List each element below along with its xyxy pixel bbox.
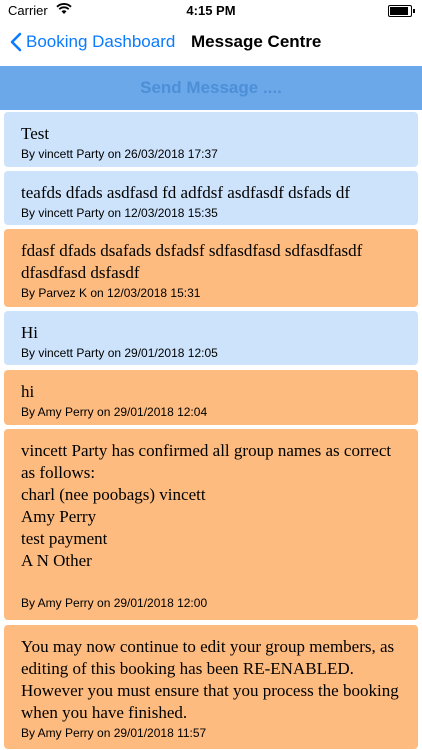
message-card: teafds dfads asdfasd fd adfdsf asdfasdf … xyxy=(4,171,418,225)
message-card: Test By vincett Party on 26/03/2018 17:3… xyxy=(4,112,418,167)
send-message-button[interactable]: Send Message .... xyxy=(0,66,422,110)
clock: 4:15 PM xyxy=(186,3,236,18)
message-card: hi By Amy Perry on 29/01/2018 12:04 xyxy=(4,370,418,425)
back-button[interactable]: Booking Dashboard xyxy=(10,32,175,52)
message-byline: By Parvez K on 12/03/2018 15:31 xyxy=(21,286,201,300)
page-title: Message Centre xyxy=(191,32,322,51)
message-byline: By Amy Perry on 29/01/2018 12:00 xyxy=(21,596,208,610)
message-text: fdasf dfads dsafads dsfadsf sdfasdfasd s… xyxy=(21,241,367,282)
message-card: Hi By vincett Party on 29/01/2018 12:05 xyxy=(4,311,418,365)
message-card: vincett Party has confirmed all group na… xyxy=(4,429,418,620)
message-card: fdasf dfads dsafads dsfadsf sdfasdfasd s… xyxy=(4,229,418,307)
message-byline: By vincett Party on 29/01/2018 12:05 xyxy=(21,346,218,360)
message-byline: By Amy Perry on 29/01/2018 11:57 xyxy=(21,726,207,740)
chevron-left-icon xyxy=(10,32,22,52)
message-text: vincett Party has confirmed all group na… xyxy=(21,441,392,570)
message-text: Test xyxy=(21,124,50,143)
message-text: Hi xyxy=(21,323,38,342)
message-text: teafds dfads asdfasd fd adfdsf asdfasdf … xyxy=(21,183,351,202)
message-text: You may now continue to edit your group … xyxy=(21,637,403,722)
back-button-label: Booking Dashboard xyxy=(26,32,176,51)
battery-icon xyxy=(388,5,415,17)
status-bar: Carrier 4:15 PM xyxy=(0,0,422,22)
message-byline: By vincett Party on 26/03/2018 17:37 xyxy=(21,147,218,161)
navigation-bar: Booking Dashboard Message Centre xyxy=(0,22,422,66)
send-message-label: Send Message .... xyxy=(140,78,282,97)
message-text: hi xyxy=(21,382,35,401)
message-byline: By Amy Perry on 29/01/2018 12:04 xyxy=(21,405,208,419)
message-byline: By vincett Party on 12/03/2018 15:35 xyxy=(21,206,218,220)
message-list[interactable]: Test By vincett Party on 26/03/2018 17:3… xyxy=(0,110,422,750)
message-card: You may now continue to edit your group … xyxy=(4,625,418,749)
